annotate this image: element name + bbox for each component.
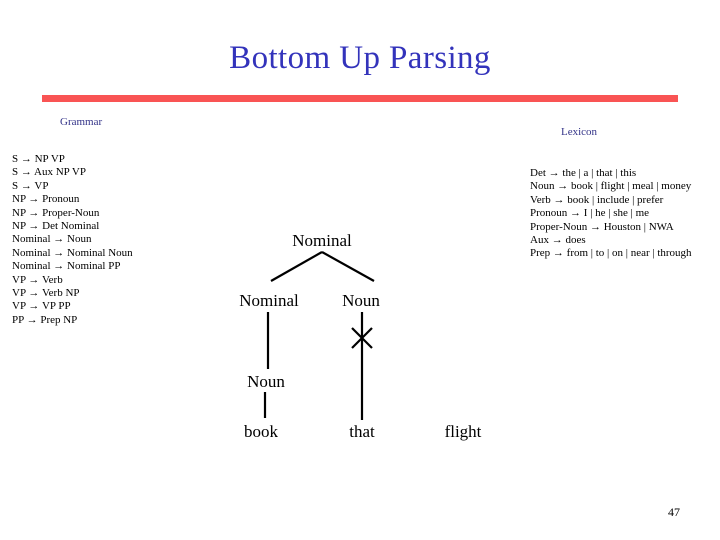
grammar-rule-6: Nominal → Noun (12, 233, 92, 246)
grammar-rule-0: S → NP VP (12, 153, 65, 165)
tree-leaf-word-book: book (244, 422, 278, 441)
grammar-caption: Grammar (60, 116, 103, 128)
grammar-rule-1: S → Aux NP VP (12, 166, 86, 179)
grammar-rule-8: Nominal → Nominal PP (12, 260, 121, 273)
tree-node-noun-left: Noun (247, 372, 285, 391)
grammar-rule-list: S → NP VP S → Aux NP VP S → VP NP → Pronoun… (12, 153, 133, 327)
tree-leaf-word-that: that (349, 422, 375, 441)
grammar-rule-3: NP → Pronoun (12, 193, 80, 206)
grammar-rule-12: PP → Prep NP (12, 313, 78, 326)
grammar-rule-5: NP → Det Nominal (12, 220, 100, 233)
lexicon-rule-5: Aux → does (530, 234, 586, 247)
grammar-rule-11: VP → VP PP (12, 300, 71, 313)
page-title: Bottom Up Parsing (229, 40, 491, 76)
page-number: 47 (668, 505, 680, 519)
accent-divider-bar (42, 95, 678, 102)
tree-node-nominal-left: Nominal (239, 291, 299, 310)
grammar-rule-10: VP → Verb NP (12, 287, 80, 300)
lexicon-rule-3: Pronoun → I | he | she | me (530, 207, 650, 220)
grammar-rule-9: VP → Verb (12, 273, 63, 286)
tree-node-noun-right: Noun (342, 291, 380, 310)
lexicon-rule-2: Verb → book | include | prefer (530, 193, 664, 206)
grammar-rule-4: NP → Proper-Noun (12, 206, 100, 219)
lexicon-caption: Lexicon (561, 126, 598, 138)
lexicon-rule-0: Det → the | a | that | this (530, 167, 637, 179)
edge-root-to-noun-right (321, 251, 375, 282)
grammar-rule-7: Nominal → Nominal Noun (12, 246, 133, 259)
grammar-rule-2: S → VP (12, 179, 49, 192)
lexicon-rule-1: Noun → book | flight | meal | money (530, 180, 692, 193)
cross-out-noun-that (351, 327, 373, 349)
tree-leaf-word-flight: flight (444, 422, 482, 441)
tree-node-nominal-root: Nominal (292, 231, 352, 250)
lexicon-rule-4: Proper-Noun → Houston | NWA (530, 220, 674, 233)
lexicon-rule-list: Det → the | a | that | this Noun → book |… (530, 167, 692, 261)
slide: Bottom Up Parsing Grammar Lexicon S → NP… (0, 0, 720, 540)
edge-root-to-nominal-left (270, 251, 323, 282)
lexicon-rule-6: Prep → from | to | on | near | through (530, 247, 692, 260)
